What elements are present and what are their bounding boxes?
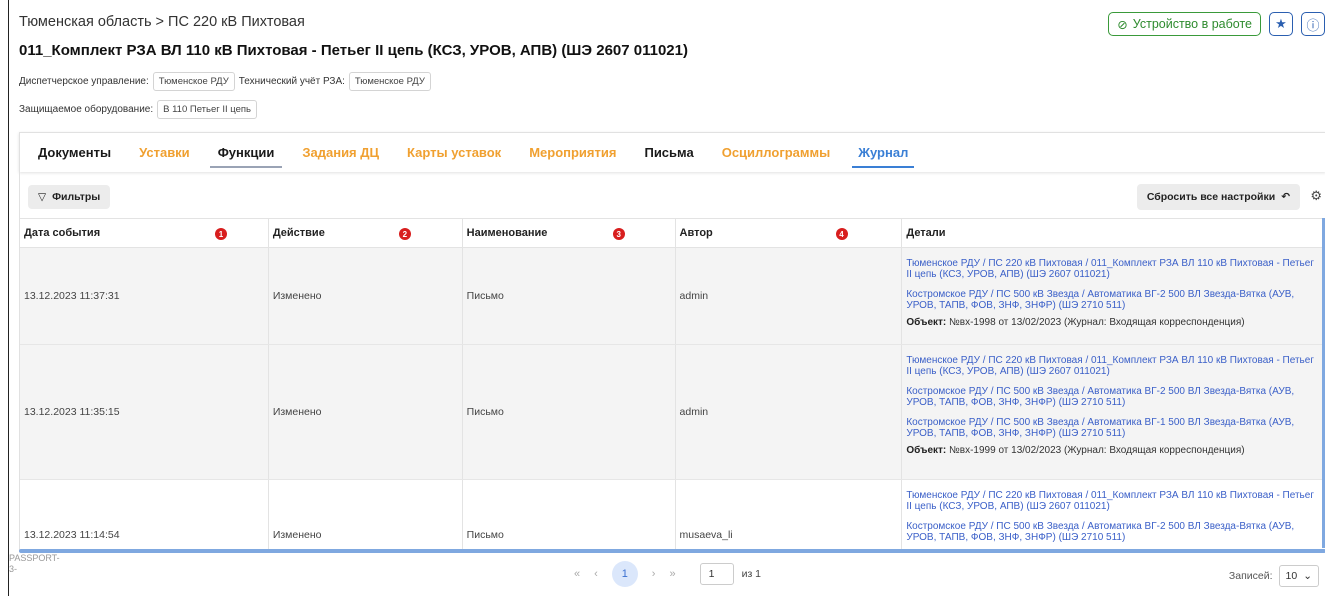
info-button[interactable]: ⓘ (1301, 12, 1325, 36)
gear-icon[interactable]: ⚙ (1310, 188, 1322, 204)
dispatch-chip[interactable]: Тюменское РДУ (152, 72, 235, 91)
table-toolbar: ▽ Фильтры Сбросить все настройки ↶ ⚙ (19, 172, 1325, 218)
details-link[interactable]: Костромское РДУ / ПС 500 кВ Звезда / Авт… (906, 417, 1321, 439)
details-object: Объект: №вх-1998 от 13/02/2023 (Журнал: … (906, 317, 1244, 328)
details-link[interactable]: Костромское РДУ / ПС 500 кВ Звезда / Авт… (906, 521, 1321, 543)
filters-button[interactable]: ▽ Фильтры (28, 185, 111, 209)
device-status-label: Устройство в работе (1132, 17, 1252, 31)
cell-details: Тюменское РДУ / ПС 220 кВ Пихтовая / 011… (902, 248, 1325, 344)
chevron-down-icon: ⌄ (1303, 570, 1312, 582)
table-header: Дата события 1 Действие 2 Наименование 3… (20, 218, 1325, 248)
filter-icon: ▽ (38, 191, 47, 203)
cell-name: Письмо (463, 480, 676, 552)
details-link[interactable]: Тюменское РДУ / ПС 220 кВ Пихтовая / 011… (906, 258, 1321, 280)
tab-settings[interactable]: Уставки (139, 133, 190, 172)
star-icon: ★ (1275, 16, 1287, 31)
equipment-label: Защищаемое оборудование: (19, 104, 154, 115)
next-page-button[interactable]: › (652, 568, 656, 580)
app-frame: Тюменская область > ПС 220 кВ Пихтовая ⊘… (8, 0, 1325, 596)
marker-badge: 2 (398, 228, 411, 240)
object-value: №вх-1998 от 13/02/2023 (Журнал: Входящая… (949, 317, 1245, 328)
tab-dc-tasks[interactable]: Задания ДЦ (302, 133, 379, 172)
first-page-button[interactable]: « (574, 568, 580, 580)
column-header-label: Действие (272, 227, 325, 239)
prev-page-button[interactable]: ‹ (594, 568, 598, 580)
column-header-name[interactable]: Наименование 3 (463, 219, 676, 247)
column-header-label: Наименование (466, 227, 548, 239)
pagination: « ‹ 1 › » 1 из 1 (9, 561, 1325, 587)
cell-action: Изменено (269, 248, 463, 344)
details-link[interactable]: Тюменское РДУ / ПС 220 кВ Пихтовая / 011… (906, 355, 1321, 377)
column-header-label: Дата события (24, 227, 101, 239)
column-header-date[interactable]: Дата события 1 (20, 219, 269, 247)
cell-author: musaeva_li (676, 480, 903, 552)
cell-action: Изменено (269, 345, 463, 479)
details-object: Объект: №вх-1999 от 13/02/2023 (Журнал: … (906, 445, 1244, 456)
cell-details: Тюменское РДУ / ПС 220 кВ Пихтовая / 011… (902, 480, 1325, 552)
cell-name: Письмо (463, 248, 676, 344)
cell-author: admin (676, 248, 903, 344)
cell-details: Тюменское РДУ / ПС 220 кВ Пихтовая / 011… (902, 345, 1325, 479)
check-circle-icon: ⊘ (1117, 17, 1128, 32)
object-label: Объект: (906, 317, 947, 328)
tab-functions[interactable]: Функции (209, 133, 282, 172)
details-link[interactable]: Костромское РДУ / ПС 500 кВ Звезда / Авт… (906, 386, 1321, 408)
favorite-button[interactable]: ★ (1269, 12, 1293, 36)
meta-row-equipment: Защищаемое оборудование: В 110 Петьег II… (19, 100, 257, 119)
equipment-chip[interactable]: В 110 Петьег II цепь (157, 100, 257, 119)
page-total-label: из 1 (741, 568, 762, 580)
dispatch-label: Диспетчерское управление: (19, 76, 149, 87)
top-actions: ⊘ Устройство в работе ★ ⓘ (1108, 12, 1325, 36)
column-header-author[interactable]: Автор 4 (676, 219, 903, 247)
meta-row-control: Диспетчерское управление: Тюменское РДУ … (19, 72, 431, 91)
marker-badge: 3 (612, 228, 625, 240)
tabs-bar: Документы Уставки Функции Задания ДЦ Кар… (19, 132, 1325, 172)
cell-name: Письмо (463, 345, 676, 479)
page-title: 011_Комплект РЗА ВЛ 110 кВ Пихтовая - Пе… (19, 42, 688, 59)
column-header-action[interactable]: Действие 2 (269, 219, 463, 247)
table-row[interactable]: 13.12.2023 11:37:31 Изменено Письмо admi… (20, 248, 1325, 345)
records-label: Записей: (1228, 570, 1273, 582)
last-page-button[interactable]: » (669, 568, 675, 580)
details-link[interactable]: Тюменское РДУ / ПС 220 кВ Пихтовая / 011… (906, 490, 1321, 512)
tech-label: Технический учёт РЗА: (238, 76, 345, 87)
cell-date: 13.12.2023 11:35:15 (20, 345, 269, 479)
cell-author: admin (676, 345, 903, 479)
tech-chip[interactable]: Тюменское РДУ (348, 72, 431, 91)
breadcrumb[interactable]: Тюменская область > ПС 220 кВ Пихтовая (19, 14, 305, 30)
tab-oscillograms[interactable]: Осциллограммы (722, 133, 831, 172)
journal-table: Дата события 1 Действие 2 Наименование 3… (19, 218, 1325, 552)
marker-badge: 1 (215, 228, 227, 240)
reset-settings-label: Сбросить все настройки (1146, 191, 1276, 203)
cell-action: Изменено (269, 480, 463, 552)
page-number-current[interactable]: 1 (611, 561, 638, 587)
cell-date: 13.12.2023 11:14:54 (20, 480, 269, 552)
records-per-page: Записей: 10 ⌄ (1229, 565, 1319, 587)
page-input[interactable]: 1 (699, 563, 734, 585)
table-row[interactable]: 13.12.2023 11:35:15 Изменено Письмо admi… (20, 345, 1325, 480)
details-link[interactable]: Костромское РДУ / ПС 500 кВ Звезда / Авт… (906, 289, 1321, 311)
cell-date: 13.12.2023 11:37:31 (20, 248, 269, 344)
column-header-details[interactable]: Детали (902, 219, 1325, 247)
tab-measures[interactable]: Мероприятия (529, 133, 616, 172)
horizontal-scrollbar[interactable] (19, 549, 1325, 553)
tab-journal[interactable]: Журнал (852, 133, 915, 172)
undo-icon: ↶ (1281, 191, 1290, 203)
tab-letters[interactable]: Письма (644, 133, 693, 172)
object-value: №вх-1999 от 13/02/2023 (Журнал: Входящая… (949, 445, 1245, 456)
records-select[interactable]: 10 ⌄ (1278, 565, 1319, 587)
column-header-label: Детали (906, 227, 946, 239)
tab-setting-maps[interactable]: Карты уставок (407, 133, 501, 172)
table-row[interactable]: 13.12.2023 11:14:54 Изменено Письмо musa… (20, 480, 1325, 552)
tab-documents[interactable]: Документы (38, 133, 111, 172)
object-label: Объект: (906, 445, 947, 456)
reset-settings-button[interactable]: Сбросить все настройки ↶ (1136, 184, 1300, 210)
records-value: 10 (1285, 570, 1298, 582)
filters-label: Фильтры (52, 191, 101, 203)
info-icon: ⓘ (1306, 17, 1320, 33)
device-status-button[interactable]: ⊘ Устройство в работе (1108, 12, 1261, 36)
marker-badge: 4 (835, 228, 848, 240)
column-header-label: Автор (679, 227, 713, 239)
